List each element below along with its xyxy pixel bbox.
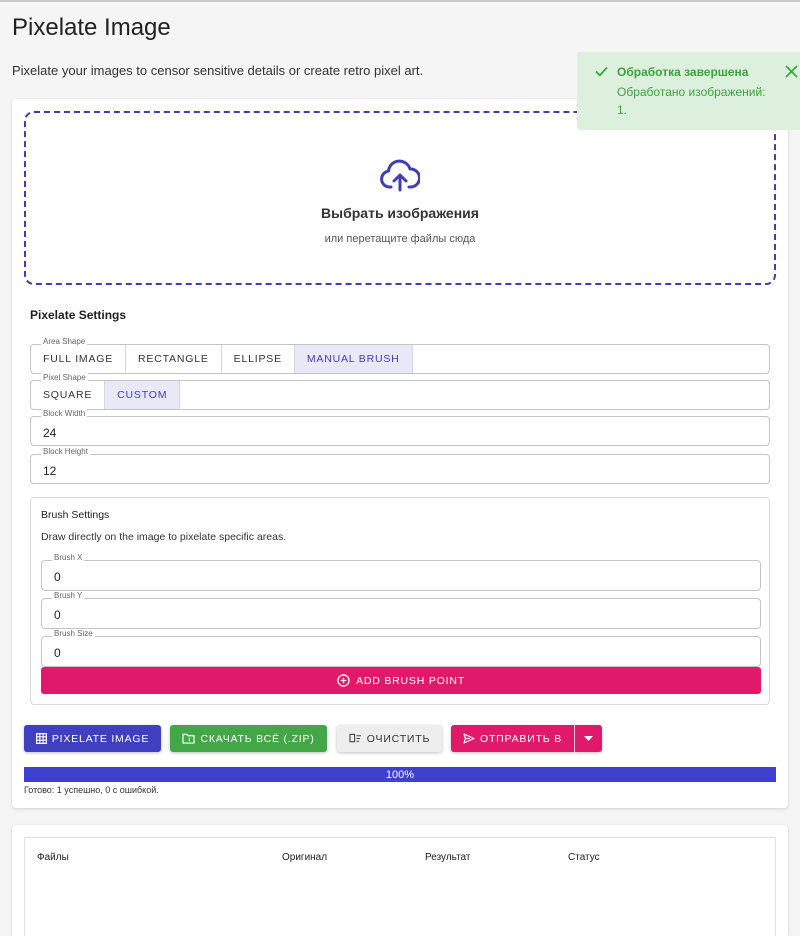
toast-body: Обработано изображений: 1. bbox=[617, 85, 766, 117]
brush-x-value: 0 bbox=[54, 570, 61, 584]
grid-icon bbox=[35, 733, 47, 744]
results-table-card: Файлы Оригинал Результат Статус bbox=[12, 825, 788, 936]
column-header-result: Результат bbox=[425, 852, 471, 863]
brush-settings-title: Brush Settings bbox=[41, 509, 110, 521]
block-height-legend: Block Height bbox=[41, 447, 90, 456]
pixel-shape-square[interactable]: Square bbox=[31, 381, 106, 409]
brush-size-field[interactable]: Brush Size 0 bbox=[41, 629, 761, 667]
brush-x-field[interactable]: Brush X 0 bbox=[41, 553, 761, 591]
send-icon bbox=[463, 733, 475, 744]
column-header-original: Оригинал bbox=[282, 852, 328, 863]
send-to-menu-button[interactable] bbox=[575, 725, 602, 752]
brush-y-field[interactable]: Brush Y 0 bbox=[41, 591, 761, 629]
brush-y-value: 0 bbox=[54, 608, 61, 622]
page-subtitle: Pixelate your images to censor sensitive… bbox=[12, 63, 424, 78]
add-brush-point-label: ADD BRUSH POINT bbox=[356, 674, 465, 687]
brush-y-legend: Brush Y bbox=[52, 591, 85, 600]
main-card: Выбрать изображения или перетащите файлы… bbox=[12, 99, 788, 808]
send-to-label: ОТПРАВИТЬ В bbox=[479, 732, 562, 745]
brush-settings-description: Draw directly on the image to pixelate s… bbox=[41, 531, 287, 543]
area-shape-group: Area Shape Full Image Rectangle Ellipse … bbox=[30, 337, 770, 374]
cloud-upload-icon bbox=[380, 159, 420, 192]
download-zip-button[interactable]: СКАЧАТЬ ВСЁ (.ZIP) bbox=[170, 725, 327, 752]
area-shape-full-image[interactable]: Full Image bbox=[31, 345, 127, 373]
progress-bar: 100% bbox=[24, 767, 776, 782]
block-height-value: 12 bbox=[43, 464, 57, 478]
status-summary: Готово: 1 успешно, 0 с ошибкой. bbox=[24, 785, 159, 795]
dropzone-hint: или перетащите файлы сюда bbox=[324, 233, 476, 245]
page-title: Pixelate Image bbox=[12, 14, 171, 41]
brush-size-value: 0 bbox=[54, 646, 61, 660]
clear-button[interactable]: ОЧИСТИТЬ bbox=[337, 725, 442, 752]
close-icon[interactable] bbox=[784, 64, 800, 80]
brush-settings-card: Brush Settings Draw directly on the imag… bbox=[30, 497, 770, 705]
pixel-shape-legend: Pixel Shape bbox=[41, 373, 88, 382]
pixelate-image-label: PIXELATE IMAGE bbox=[51, 732, 150, 745]
pixelate-image-button[interactable]: PIXELATE IMAGE bbox=[24, 725, 161, 752]
success-toast: Обработка завершена Обработано изображен… bbox=[577, 52, 800, 130]
toast-title: Обработка завершена bbox=[617, 65, 749, 79]
file-dropzone[interactable]: Выбрать изображения или перетащите файлы… bbox=[24, 111, 776, 285]
send-to-button[interactable]: ОТПРАВИТЬ В bbox=[451, 725, 574, 752]
block-width-value: 24 bbox=[43, 426, 57, 440]
pixel-shape-group: Pixel Shape Square Custom bbox=[30, 373, 770, 410]
add-brush-point-button[interactable]: ADD BRUSH POINT bbox=[41, 667, 761, 694]
results-table: Файлы Оригинал Результат Статус bbox=[24, 837, 776, 936]
block-width-field[interactable]: Block Width 24 bbox=[30, 409, 770, 446]
settings-title: Pixelate Settings bbox=[30, 308, 127, 322]
area-shape-ellipse[interactable]: Ellipse bbox=[222, 345, 295, 373]
progress-label: 100% bbox=[385, 768, 415, 781]
brush-x-legend: Brush X bbox=[52, 553, 85, 562]
add-circle-icon bbox=[337, 674, 350, 687]
area-shape-legend: Area Shape bbox=[41, 337, 88, 346]
download-zip-label: СКАЧАТЬ ВСЁ (.ZIP) bbox=[200, 732, 315, 745]
clear-label: ОЧИСТИТЬ bbox=[366, 732, 431, 745]
block-width-legend: Block Width bbox=[41, 409, 88, 418]
arrow-drop-down-icon bbox=[584, 736, 593, 741]
block-height-field[interactable]: Block Height 12 bbox=[30, 447, 770, 484]
check-icon bbox=[595, 66, 608, 77]
pixel-shape-custom[interactable]: Custom bbox=[105, 381, 181, 409]
clear-all-icon bbox=[349, 733, 361, 743]
column-header-status: Статус bbox=[568, 852, 600, 863]
dropzone-title: Выбрать изображения bbox=[321, 205, 479, 221]
folder-zip-icon bbox=[182, 733, 196, 744]
column-header-files: Файлы bbox=[37, 852, 69, 863]
area-shape-rectangle[interactable]: Rectangle bbox=[126, 345, 222, 373]
area-shape-manual-brush[interactable]: Manual Brush bbox=[294, 345, 413, 373]
brush-size-legend: Brush Size bbox=[52, 629, 95, 638]
